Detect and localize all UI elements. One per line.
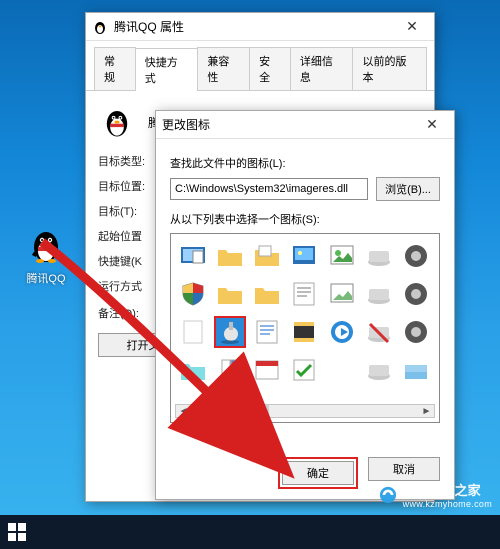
properties-titlebar[interactable]: 腾讯QQ 属性 ✕ bbox=[86, 13, 434, 41]
close-icon[interactable]: ✕ bbox=[396, 18, 428, 35]
icon-item[interactable] bbox=[363, 278, 395, 310]
scroll-left-icon[interactable]: ◄ bbox=[176, 405, 191, 417]
icon-item[interactable] bbox=[363, 354, 395, 386]
icon-item[interactable] bbox=[251, 278, 283, 310]
change-icon-cancel-button[interactable]: 取消 bbox=[368, 457, 440, 481]
tab-previous[interactable]: 以前的版本 bbox=[352, 47, 427, 90]
tab-compat[interactable]: 兼容性 bbox=[197, 47, 250, 90]
properties-title: 腾讯QQ 属性 bbox=[114, 18, 396, 35]
look-for-label: 查找此文件中的图标(L): bbox=[170, 155, 440, 171]
icon-item[interactable] bbox=[177, 354, 209, 386]
icon-item[interactable] bbox=[288, 354, 320, 386]
icon-list[interactable]: ◄ ► bbox=[170, 233, 440, 423]
icon-item[interactable] bbox=[326, 354, 358, 386]
icon-list-scrollbar[interactable]: ◄ ► bbox=[175, 404, 435, 418]
qq-penguin-icon bbox=[26, 225, 66, 265]
icon-item[interactable] bbox=[251, 354, 283, 386]
icon-item[interactable] bbox=[400, 316, 432, 348]
icon-item[interactable] bbox=[400, 240, 432, 272]
change-icon-ok-button[interactable]: 确定 bbox=[282, 461, 354, 485]
watermark-url: www.kzmyhome.com bbox=[403, 499, 492, 509]
browse-button[interactable]: 浏览(B)... bbox=[376, 177, 440, 201]
qq-penguin-icon bbox=[100, 105, 134, 139]
icon-item[interactable] bbox=[326, 240, 358, 272]
windows-logo-icon bbox=[8, 523, 26, 541]
icon-item[interactable] bbox=[251, 240, 283, 272]
scroll-right-icon[interactable]: ► bbox=[419, 405, 434, 417]
qq-penguin-icon bbox=[92, 19, 108, 35]
desktop-shortcut[interactable]: 腾讯QQ bbox=[16, 225, 76, 286]
tab-security[interactable]: 安全 bbox=[249, 47, 291, 90]
change-icon-dialog: 更改图标 ✕ 查找此文件中的图标(L): 浏览(B)... 从以下列表中选择一个… bbox=[155, 110, 455, 500]
icon-item[interactable] bbox=[214, 354, 246, 386]
start-button[interactable] bbox=[0, 515, 34, 549]
tab-shortcut[interactable]: 快捷方式 bbox=[135, 48, 199, 91]
tab-details[interactable]: 详细信息 bbox=[290, 47, 354, 90]
scroll-track[interactable] bbox=[191, 405, 419, 417]
icon-item[interactable] bbox=[288, 316, 320, 348]
icon-item[interactable] bbox=[363, 240, 395, 272]
icon-item[interactable] bbox=[214, 278, 246, 310]
icon-item[interactable] bbox=[400, 278, 432, 310]
watermark-brand: 纯净系统之家 bbox=[403, 480, 492, 499]
watermark: 纯净系统之家 www.kzmyhome.com bbox=[379, 480, 492, 509]
icon-item[interactable] bbox=[326, 316, 358, 348]
icon-item[interactable] bbox=[177, 278, 209, 310]
properties-tabs: 常规 快捷方式 兼容性 安全 详细信息 以前的版本 bbox=[86, 41, 434, 91]
scroll-thumb[interactable] bbox=[191, 405, 269, 417]
icon-item[interactable] bbox=[251, 316, 283, 348]
icon-item-selected[interactable] bbox=[214, 316, 246, 348]
select-icon-label: 从以下列表中选择一个图标(S): bbox=[170, 211, 440, 227]
icon-item[interactable] bbox=[400, 354, 432, 386]
icon-item[interactable] bbox=[214, 240, 246, 272]
icon-item[interactable] bbox=[177, 240, 209, 272]
close-icon[interactable]: ✕ bbox=[416, 116, 448, 133]
icon-path-input[interactable] bbox=[170, 178, 368, 200]
tab-general[interactable]: 常规 bbox=[94, 47, 136, 90]
watermark-logo-icon bbox=[379, 486, 397, 504]
icon-item[interactable] bbox=[288, 240, 320, 272]
icon-item[interactable] bbox=[326, 278, 358, 310]
change-icon-title: 更改图标 bbox=[162, 116, 416, 133]
change-icon-titlebar[interactable]: 更改图标 ✕ bbox=[156, 111, 454, 139]
icon-item[interactable] bbox=[177, 316, 209, 348]
icon-item[interactable] bbox=[363, 316, 395, 348]
taskbar[interactable] bbox=[0, 515, 500, 549]
icon-item[interactable] bbox=[288, 278, 320, 310]
desktop-icon-label: 腾讯QQ bbox=[16, 270, 76, 286]
